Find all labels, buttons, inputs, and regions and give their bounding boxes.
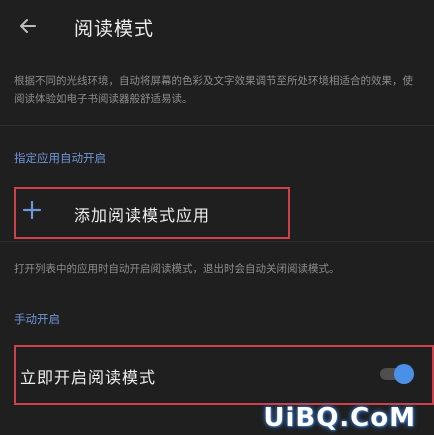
section-header-manual: 手动开启	[14, 312, 60, 326]
reading-mode-description: 根据不同的光线环境，自动将屏幕的色彩及文字效果调节至所处环境相适合的效果，使阅读…	[14, 75, 413, 105]
divider	[0, 241, 434, 242]
add-app-label: 添加阅读模式应用	[74, 206, 211, 225]
enable-reading-mode-row[interactable]: 立即开启阅读模式	[14, 345, 434, 405]
toggle-thumb	[394, 364, 414, 384]
site-watermark: UiBQ.CoM	[263, 403, 416, 433]
plus-icon	[22, 200, 42, 220]
reading-mode-toggle[interactable]	[380, 364, 414, 384]
divider	[0, 125, 434, 126]
app-header: 阅读模式	[0, 0, 434, 56]
toggle-label: 立即开启阅读模式	[20, 368, 157, 387]
page-title: 阅读模式	[74, 18, 155, 40]
add-reading-mode-app-button[interactable]: 添加阅读模式应用	[14, 187, 290, 239]
back-button[interactable]	[14, 12, 42, 40]
arrow-left-icon	[20, 19, 36, 33]
auto-mode-hint: 打开列表中的应用时自动开启阅读模式，退出时会自动关闭阅读模式。	[14, 263, 340, 275]
section-header-auto: 指定应用自动开启	[14, 151, 106, 165]
